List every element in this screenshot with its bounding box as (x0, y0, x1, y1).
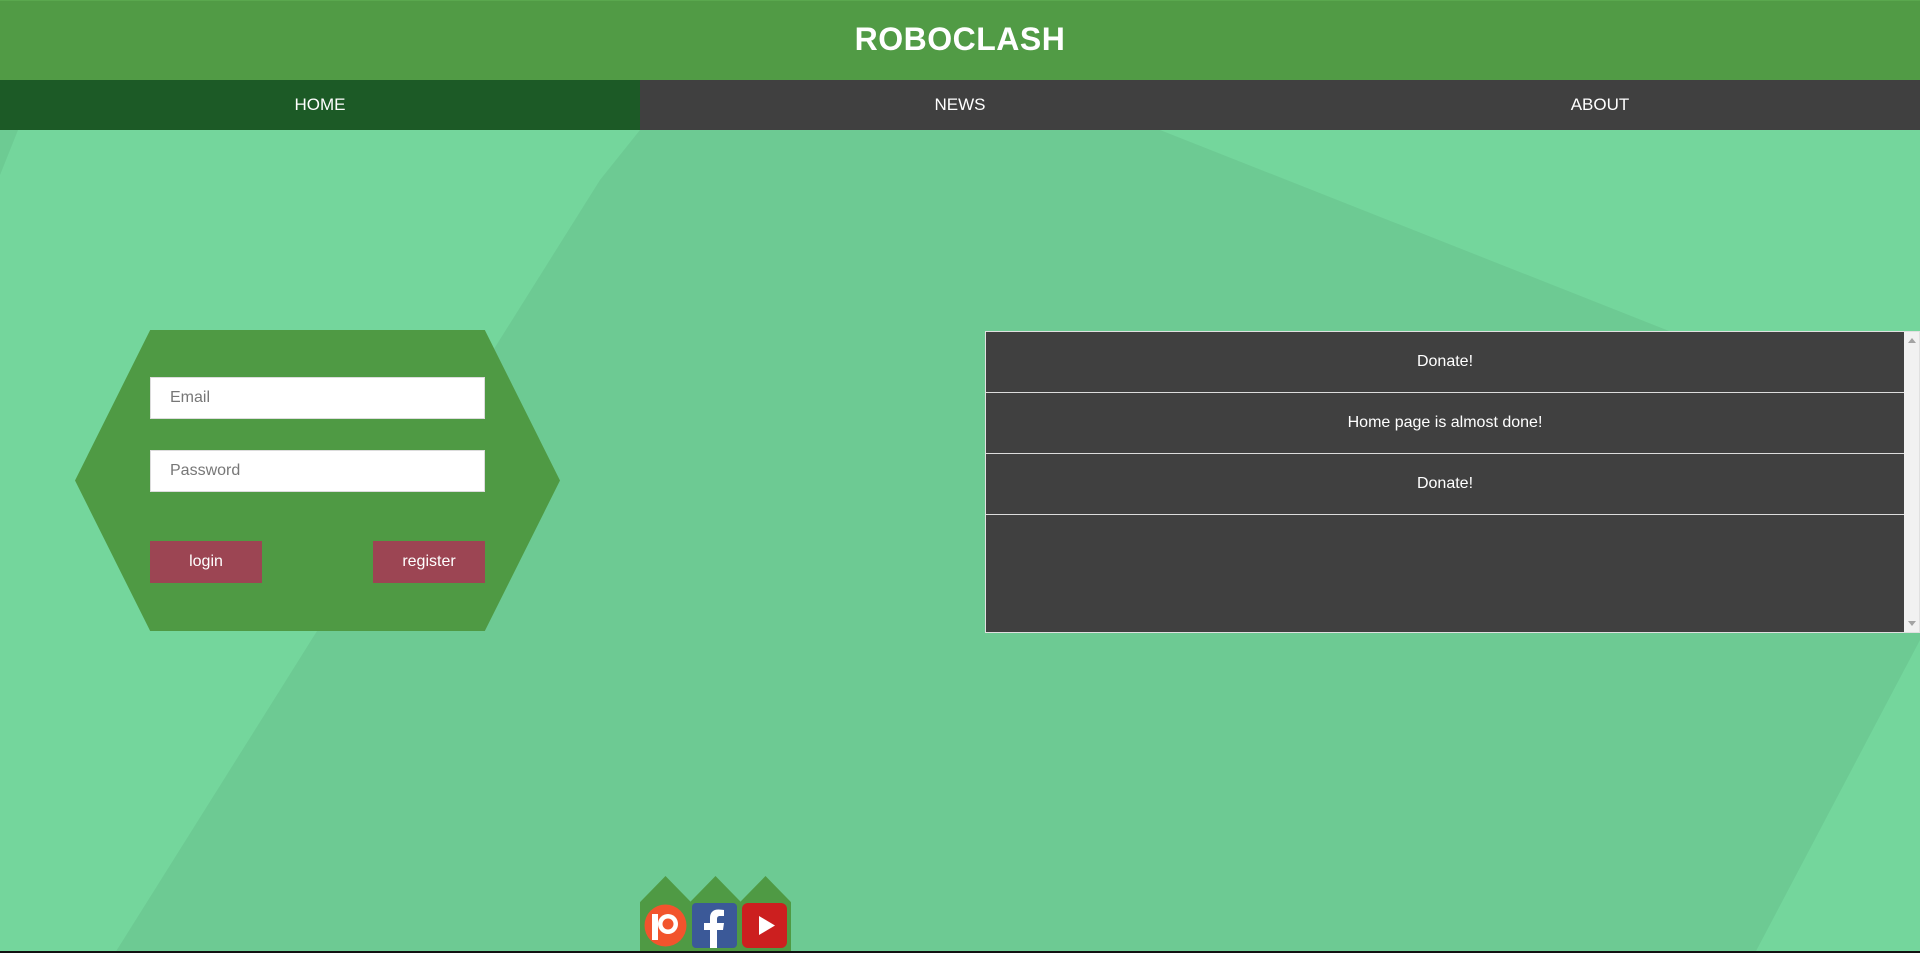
news-item[interactable]: Home page is almost done! (986, 393, 1904, 454)
scroll-down-icon[interactable] (1908, 621, 1916, 626)
email-field[interactable] (150, 377, 485, 419)
login-button[interactable]: login (150, 541, 262, 583)
login-panel: login register (75, 330, 560, 631)
news-panel: Donate! Home page is almost done! Donate… (985, 331, 1920, 633)
site-header: ROBOCLASH (0, 0, 1920, 80)
news-item[interactable]: Donate! (986, 332, 1904, 393)
youtube-icon[interactable] (742, 903, 787, 948)
social-links (640, 876, 791, 953)
news-item[interactable]: Donate! (986, 454, 1904, 515)
nav-item-home[interactable]: HOME (0, 80, 640, 130)
news-scrollbar[interactable] (1904, 332, 1919, 632)
register-button[interactable]: register (373, 541, 485, 583)
scroll-up-icon[interactable] (1908, 338, 1916, 343)
facebook-icon[interactable] (692, 903, 737, 948)
nav-item-about[interactable]: ABOUT (1280, 80, 1920, 130)
news-list: Donate! Home page is almost done! Donate… (986, 332, 1904, 632)
site-title: ROBOCLASH (854, 21, 1066, 57)
main-nav: HOME NEWS ABOUT (0, 80, 1920, 130)
password-field[interactable] (150, 450, 485, 492)
nav-item-news[interactable]: NEWS (640, 80, 1280, 130)
patreon-icon[interactable] (643, 903, 688, 948)
